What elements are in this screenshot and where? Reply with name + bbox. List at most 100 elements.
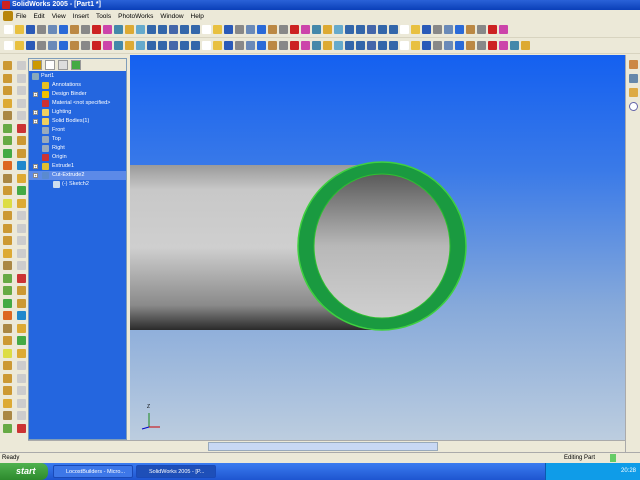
feature-tool-19-icon[interactable]: [17, 173, 26, 183]
toolbar-button-30-icon[interactable]: [334, 25, 343, 34]
configuration-manager-tab-icon[interactable]: [58, 60, 68, 70]
toolbar-button-36-icon[interactable]: [400, 25, 409, 34]
sketch-tool-button-3-icon[interactable]: [37, 41, 46, 50]
sketch-tool-button-43-icon[interactable]: [477, 41, 486, 50]
feature-tool-10-icon[interactable]: [3, 123, 12, 133]
feature-tool-31-icon[interactable]: [17, 248, 26, 258]
toolbar-button-40-icon[interactable]: [444, 25, 453, 34]
toolbar-button-18-icon[interactable]: [202, 25, 211, 34]
sketch-tool-button-41-icon[interactable]: [455, 41, 464, 50]
feature-tool-17-icon[interactable]: [17, 161, 26, 171]
sketch-tool-button-45-icon[interactable]: [499, 41, 508, 50]
toolbar-button-28-icon[interactable]: [312, 25, 321, 34]
menu-tools[interactable]: Tools: [96, 13, 111, 20]
feature-tool-3-icon[interactable]: [17, 73, 26, 83]
sketch-tool-button-37-icon[interactable]: [411, 41, 420, 50]
sketch-tool-button-30-icon[interactable]: [334, 41, 343, 50]
tree-item-solid-bodies-1[interactable]: + Solid Bodies(1): [29, 117, 126, 126]
sketch-tool-button-36-icon[interactable]: [400, 41, 409, 50]
tree-item-lighting[interactable]: + Lighting: [29, 108, 126, 117]
feature-tool-11-icon[interactable]: [17, 123, 26, 133]
feature-tool-52-icon[interactable]: [3, 386, 12, 396]
feature-tool-9-icon[interactable]: [17, 111, 26, 121]
feature-tool-14-icon[interactable]: [3, 148, 12, 158]
sketch-tool-button-34-icon[interactable]: [378, 41, 387, 50]
toolbar-button-45-icon[interactable]: [499, 25, 508, 34]
feature-tool-20-icon[interactable]: [3, 186, 12, 196]
sketch-tool-button-26-icon[interactable]: [290, 41, 299, 50]
toolbar-button-6-icon[interactable]: [70, 25, 79, 34]
toolbar-button-29-icon[interactable]: [323, 25, 332, 34]
toolbar-button-1-icon[interactable]: [15, 25, 24, 34]
feature-tool-1-icon[interactable]: [17, 61, 26, 71]
feature-tool-21-icon[interactable]: [17, 186, 26, 196]
menu-photoworks[interactable]: PhotoWorks: [118, 13, 153, 20]
sketch-tool-button-10-icon[interactable]: [114, 41, 123, 50]
toolbar-button-43-icon[interactable]: [477, 25, 486, 34]
sketch-tool-button-13-icon[interactable]: [147, 41, 156, 50]
feature-tool-42-icon[interactable]: [3, 323, 12, 333]
feature-tool-12-icon[interactable]: [3, 136, 12, 146]
sketch-tool-button-31-icon[interactable]: [345, 41, 354, 50]
expand-icon[interactable]: +: [33, 164, 38, 169]
toolbar-button-16-icon[interactable]: [180, 25, 189, 34]
sketch-tool-button-15-icon[interactable]: [169, 41, 178, 50]
feature-tool-32-icon[interactable]: [3, 261, 12, 271]
sketch-tool-button-39-icon[interactable]: [433, 41, 442, 50]
rebuild-icon[interactable]: [610, 454, 616, 462]
sketch-tool-button-6-icon[interactable]: [70, 41, 79, 50]
feature-tool-26-icon[interactable]: [3, 223, 12, 233]
sketch-tool-button-44-icon[interactable]: [488, 41, 497, 50]
collapse-icon[interactable]: [628, 102, 638, 111]
toolbar-button-33-icon[interactable]: [367, 25, 376, 34]
feature-manager-tab-icon[interactable]: [32, 60, 42, 70]
toolbar-button-11-icon[interactable]: [125, 25, 134, 34]
library-icon[interactable]: [628, 74, 638, 83]
menu-insert[interactable]: Insert: [73, 13, 89, 20]
sketch-tool-button-40-icon[interactable]: [444, 41, 453, 50]
toolbar-button-35-icon[interactable]: [389, 25, 398, 34]
sketch-tool-button-16-icon[interactable]: [180, 41, 189, 50]
sketch-tool-button-7-icon[interactable]: [81, 41, 90, 50]
toolbar-button-44-icon[interactable]: [488, 25, 497, 34]
sketch-tool-button-32-icon[interactable]: [356, 41, 365, 50]
toolbar-button-10-icon[interactable]: [114, 25, 123, 34]
feature-tool-28-icon[interactable]: [3, 236, 12, 246]
sketch-tool-button-23-icon[interactable]: [257, 41, 266, 50]
feature-tool-43-icon[interactable]: [17, 323, 26, 333]
sketch-tool-button-19-icon[interactable]: [213, 41, 222, 50]
toolbar-button-9-icon[interactable]: [103, 25, 112, 34]
feature-tool-36-icon[interactable]: [3, 286, 12, 296]
feature-tool-49-icon[interactable]: [17, 361, 26, 371]
solidworks-menu-icon[interactable]: [3, 11, 13, 21]
tree-item-annotations[interactable]: Annotations: [29, 81, 126, 90]
toolbar-button-34-icon[interactable]: [378, 25, 387, 34]
toolbar-button-24-icon[interactable]: [268, 25, 277, 34]
feature-tool-29-icon[interactable]: [17, 236, 26, 246]
sketch-tool-button-18-icon[interactable]: [202, 41, 211, 50]
sketch-tool-button-38-icon[interactable]: [422, 41, 431, 50]
toolbar-button-20-icon[interactable]: [224, 25, 233, 34]
toolbar-button-17-icon[interactable]: [191, 25, 200, 34]
feature-tool-41-icon[interactable]: [17, 311, 26, 321]
tree-root[interactable]: Part1: [29, 72, 126, 81]
feature-tool-0-icon[interactable]: [3, 61, 12, 71]
menu-view[interactable]: View: [52, 13, 66, 20]
start-button[interactable]: start: [0, 463, 48, 480]
menu-help[interactable]: Help: [191, 13, 204, 20]
feature-tool-55-icon[interactable]: [17, 398, 26, 408]
sketch-tool-button-9-icon[interactable]: [103, 41, 112, 50]
feature-tool-18-icon[interactable]: [3, 173, 12, 183]
toolbar-button-27-icon[interactable]: [301, 25, 310, 34]
sketch-tool-button-1-icon[interactable]: [15, 41, 24, 50]
sketch-tool-button-28-icon[interactable]: [312, 41, 321, 50]
tree-item-front[interactable]: Front: [29, 126, 126, 135]
toolbar-button-14-icon[interactable]: [158, 25, 167, 34]
sketch-tool-button-35-icon[interactable]: [389, 41, 398, 50]
feature-tool-38-icon[interactable]: [3, 298, 12, 308]
toolbar-button-13-icon[interactable]: [147, 25, 156, 34]
taskbar-button-solidworks[interactable]: SolidWorks 2005 - [P...: [136, 465, 216, 478]
tree-item-right[interactable]: Right: [29, 144, 126, 153]
sketch-tool-button-25-icon[interactable]: [279, 41, 288, 50]
toolbar-button-38-icon[interactable]: [422, 25, 431, 34]
